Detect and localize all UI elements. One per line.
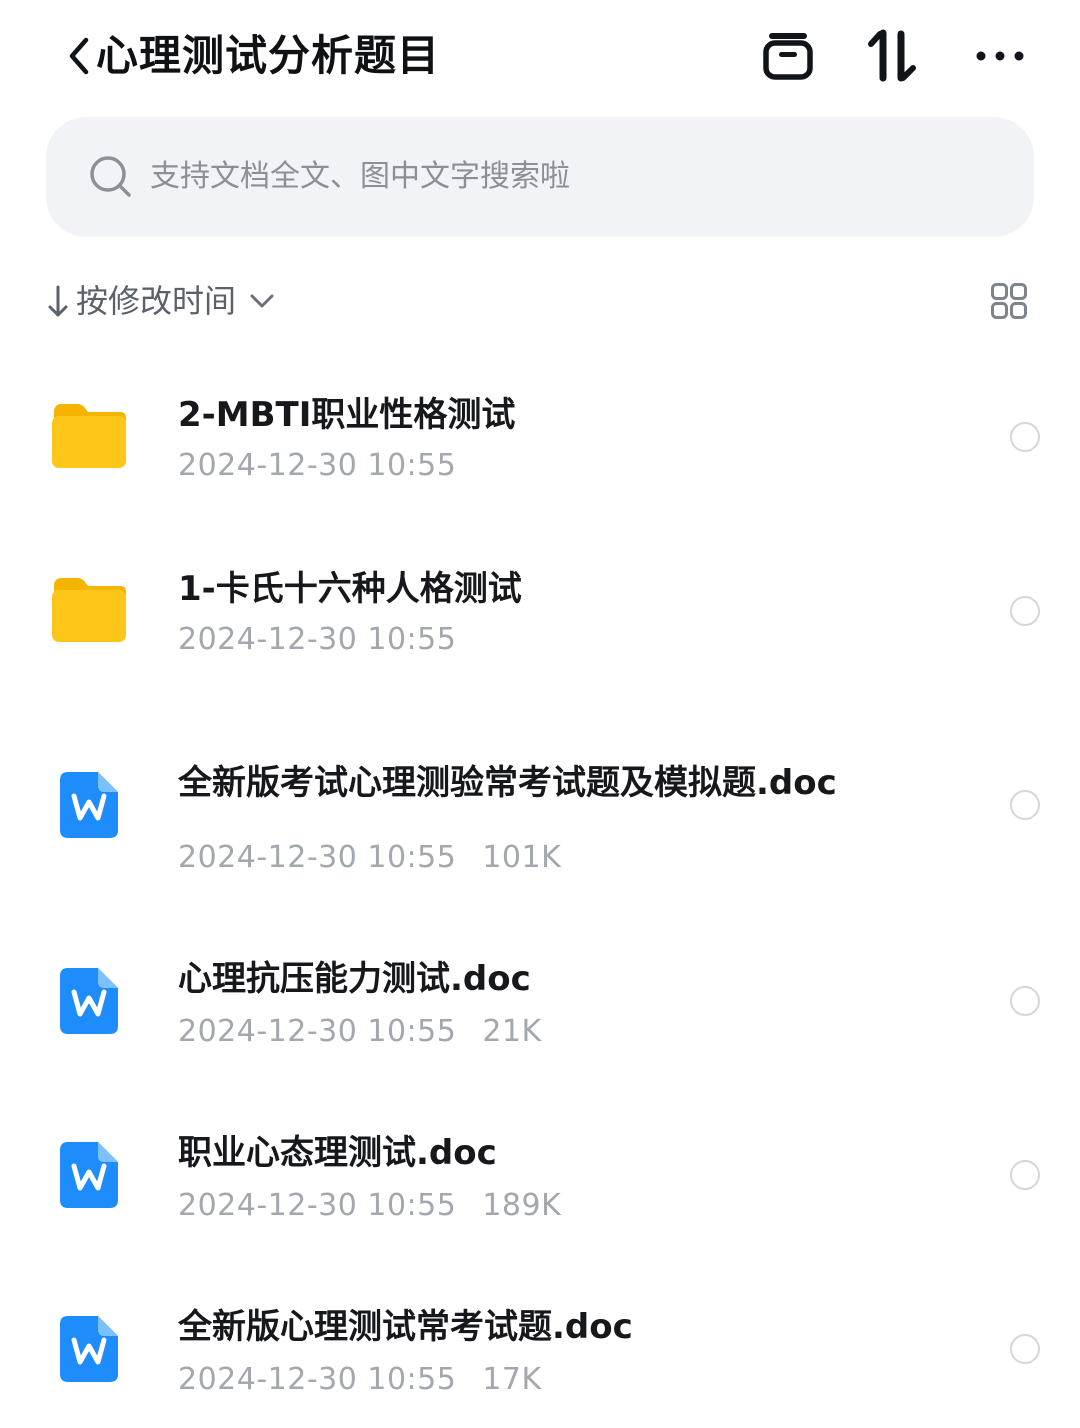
file-meta: 2024-12-30 10:55 21K — [178, 1012, 542, 1052]
page-title: 心理测试分析题目 — [96, 31, 441, 80]
search-icon — [90, 156, 131, 197]
folder-icon — [52, 578, 126, 642]
sort-dropdown[interactable]: 按修改时间 — [44, 278, 278, 324]
file-row[interactable]: 职业心态理测试.doc 2024-12-30 10:55 189K — [0, 1124, 1080, 1234]
file-date: 2024-12-30 10:55 — [178, 622, 457, 657]
file-meta: 2024-12-30 10:55 — [178, 446, 456, 486]
file-size: 189K — [482, 1188, 562, 1223]
archive-box-icon[interactable] — [760, 28, 816, 84]
word-doc-icon — [60, 772, 118, 838]
folder-icon — [52, 404, 126, 468]
more-icon[interactable] — [972, 28, 1028, 84]
file-size: 17K — [482, 1362, 542, 1397]
search-placeholder: 支持文档全文、图中文字搜索啦 — [150, 159, 570, 194]
select-radio[interactable] — [1010, 1334, 1040, 1364]
file-meta: 2024-12-30 10:55 17K — [178, 1360, 542, 1400]
file-name: 1-卡氏十六种人格测试 — [178, 569, 522, 609]
file-name: 2-MBTI职业性格测试 — [178, 395, 516, 435]
file-size: 101K — [482, 840, 562, 875]
sort-label: 按修改时间 — [76, 282, 237, 320]
file-date: 2024-12-30 10:55 — [178, 1362, 457, 1397]
file-meta: 2024-12-30 10:55 101K — [178, 838, 561, 878]
file-name: 全新版心理测试常考试题.doc — [178, 1307, 633, 1347]
select-radio[interactable] — [1010, 790, 1040, 820]
file-size: 21K — [482, 1014, 542, 1049]
file-date: 2024-12-30 10:55 — [178, 1014, 457, 1049]
file-name: 心理抗压能力测试.doc — [178, 959, 531, 999]
chevron-down-icon — [250, 294, 274, 308]
grid-view-icon[interactable] — [990, 282, 1028, 320]
word-doc-icon — [60, 968, 118, 1034]
file-row[interactable]: 全新版考试心理测验常考试题及模拟题.doc 2024-12-30 10:55 10… — [0, 750, 1080, 890]
file-name: 职业心态理测试.doc — [178, 1133, 497, 1173]
file-row[interactable]: 心理抗压能力测试.doc 2024-12-30 10:55 21K — [0, 950, 1080, 1060]
select-radio[interactable] — [1010, 986, 1040, 1016]
select-radio[interactable] — [1010, 596, 1040, 626]
back-chevron-icon[interactable] — [62, 34, 96, 78]
file-date: 2024-12-30 10:55 — [178, 1188, 457, 1223]
file-name: 全新版考试心理测验常考试题及模拟题.doc — [178, 763, 837, 803]
arrow-down-icon — [48, 285, 68, 317]
file-meta: 2024-12-30 10:55 189K — [178, 1186, 561, 1226]
word-doc-icon — [60, 1142, 118, 1208]
sort-swap-icon[interactable] — [866, 28, 922, 84]
word-doc-icon — [60, 1316, 118, 1382]
file-row[interactable]: 2-MBTI职业性格测试 2024-12-30 10:55 — [0, 380, 1080, 510]
file-meta: 2024-12-30 10:55 — [178, 620, 456, 660]
file-row[interactable]: 1-卡氏十六种人格测试 2024-12-30 10:55 — [0, 554, 1080, 684]
file-row[interactable]: 全新版心理测试常考试题.doc 2024-12-30 10:55 17K — [0, 1298, 1080, 1408]
file-date: 2024-12-30 10:55 — [178, 448, 457, 483]
select-radio[interactable] — [1010, 1160, 1040, 1190]
select-radio[interactable] — [1010, 422, 1040, 452]
file-date: 2024-12-30 10:55 — [178, 840, 457, 875]
top-bar: 心理测试分析题目 — [0, 0, 1080, 112]
